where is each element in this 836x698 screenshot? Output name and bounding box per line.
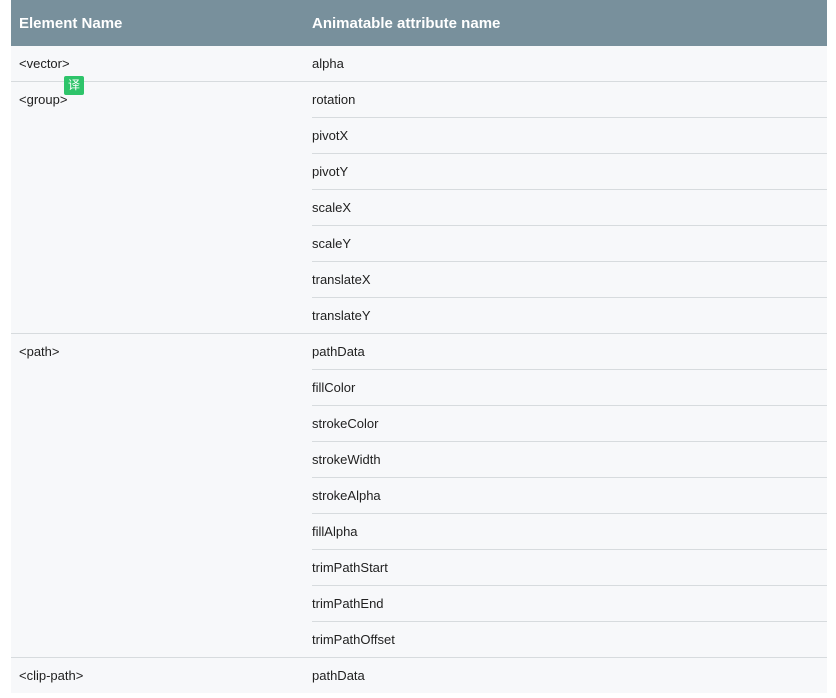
attributes-table: Element Name Animatable attribute name <… — [11, 0, 827, 693]
attribute-list: pathData fillColor strokeColor strokeWid… — [312, 334, 827, 657]
attribute-cell: trimPathStart — [312, 549, 827, 585]
header-attribute-name: Animatable attribute name — [312, 14, 501, 32]
table-header: Element Name Animatable attribute name — [11, 0, 827, 46]
element-cell: <clip-path> — [11, 658, 312, 693]
attribute-cell: trimPathEnd — [312, 585, 827, 621]
attribute-cell: pathData — [312, 344, 365, 359]
translate-badge-icon[interactable]: 译 — [64, 76, 84, 95]
table-row: <clip-path> pathData — [11, 657, 827, 693]
element-name: <group> — [19, 92, 68, 107]
attribute-list: pathData — [312, 658, 827, 693]
attribute-cell: strokeColor — [312, 405, 827, 441]
element-name: <clip-path> — [19, 668, 84, 683]
attribute-cell: trimPathOffset — [312, 621, 827, 657]
attribute-cell: fillColor — [312, 369, 827, 405]
attribute-list: alpha — [312, 46, 827, 81]
attribute-cell: rotation — [312, 92, 356, 107]
attribute-cell: scaleX — [312, 189, 827, 225]
attribute-cell: strokeWidth — [312, 441, 827, 477]
element-cell: <vector> — [11, 46, 312, 81]
attribute-cell: pivotY — [312, 153, 827, 189]
attribute-cell: scaleY — [312, 225, 827, 261]
attribute-list: rotation pivotX pivotY scaleX scaleY tra… — [312, 82, 827, 333]
header-element-name: Element Name — [19, 14, 123, 32]
attribute-cell: pivotX — [312, 117, 827, 153]
element-name: <path> — [19, 344, 60, 359]
table-row: <path> pathData fillColor strokeColor st… — [11, 333, 827, 657]
table-row: <group> 译 rotation pivotX pivotY scaleX … — [11, 76, 827, 333]
element-cell: <path> — [11, 334, 312, 657]
attribute-cell: translateY — [312, 297, 827, 333]
attribute-cell: translateX — [312, 261, 827, 297]
attribute-cell: fillAlpha — [312, 513, 827, 549]
attribute-cell: alpha — [312, 56, 344, 71]
element-cell: <group> 译 — [11, 76, 312, 333]
element-name: <vector> — [19, 56, 70, 71]
table-row: <vector> alpha — [11, 46, 827, 81]
table-body: <vector> alpha <group> 译 rotation pivotX… — [11, 46, 827, 693]
attribute-cell: pathData — [312, 668, 365, 683]
attribute-cell: strokeAlpha — [312, 477, 827, 513]
